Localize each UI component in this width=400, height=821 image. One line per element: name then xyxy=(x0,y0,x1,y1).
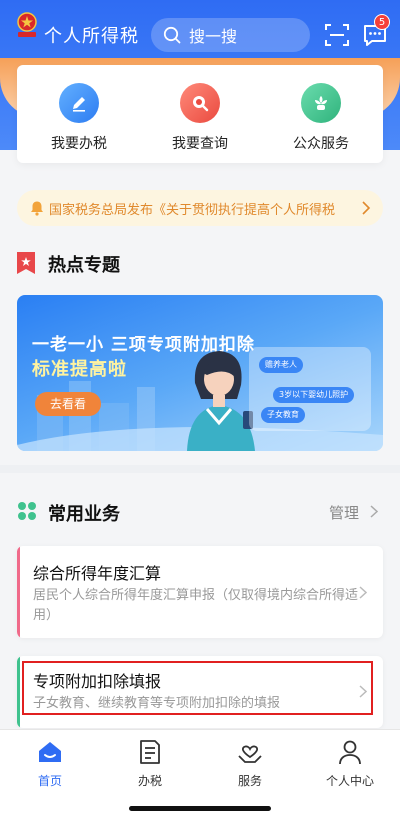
chip-elderly-care: 赡养老人 xyxy=(259,357,303,373)
home-icon xyxy=(39,742,61,762)
tab-label: 服务 xyxy=(237,774,262,788)
user-icon xyxy=(339,740,361,765)
search-placeholder: 搜一搜 xyxy=(189,27,238,46)
edit-icon xyxy=(59,83,99,123)
tax-emblem-logo xyxy=(17,12,37,37)
accent-bar xyxy=(17,656,20,728)
tab-label: 个人中心 xyxy=(325,774,374,788)
business-item-annual-settlement[interactable]: 综合所得年度汇算 居民个人综合所得年度汇算申报（仅取得境内综合所得适用） xyxy=(17,546,383,638)
tab-label: 首页 xyxy=(37,774,62,788)
message-count-badge: 5 xyxy=(374,14,390,30)
tab-home[interactable]: 首页 xyxy=(10,738,90,789)
deduction-info-card: 赡养老人 3岁以下婴幼儿照护 子女教育 xyxy=(249,347,371,431)
notice-banner[interactable]: 国家税务总局发布《关于贯彻执行提高个人所得税 xyxy=(17,190,383,226)
quick-action-do-tax[interactable]: 我要办税 xyxy=(29,83,129,153)
quick-action-query[interactable]: 我要查询 xyxy=(150,83,250,153)
quick-actions-card: 我要办税 我要查询 公众服务 xyxy=(17,65,383,163)
accent-bar xyxy=(17,546,20,638)
search-icon xyxy=(180,83,220,123)
heart-hands-icon xyxy=(238,745,262,763)
manage-link[interactable]: 管理 xyxy=(329,502,359,523)
home-indicator xyxy=(129,806,271,811)
tab-label: 办税 xyxy=(137,774,162,788)
tab-service[interactable]: 服务 xyxy=(210,738,290,789)
chevron-right-icon xyxy=(362,201,371,215)
search-bar[interactable]: 搜一搜 xyxy=(151,18,310,52)
notice-text: 国家税务总局发布《关于贯彻执行提高个人所得税 xyxy=(49,202,336,218)
banner-subheadline: 标准提高啦 xyxy=(32,359,127,380)
banner-go-button[interactable]: 去看看 xyxy=(35,392,101,416)
app-title: 个人所得税 xyxy=(44,26,139,47)
tab-personal-center[interactable]: 个人中心 xyxy=(310,738,390,789)
quick-action-label: 公众服务 xyxy=(293,136,349,152)
tab-do-tax[interactable]: 办税 xyxy=(110,738,190,789)
bell-icon xyxy=(31,201,43,216)
highlight-box xyxy=(22,661,373,715)
business-item-desc: 居民个人综合所得年度汇算申报（仅取得境内综合所得适用） xyxy=(33,588,359,623)
chip-child-education: 子女教育 xyxy=(261,407,305,423)
chevron-right-icon xyxy=(370,505,378,518)
quick-action-public-service[interactable]: 公众服务 xyxy=(271,83,371,153)
quick-action-label: 我要查询 xyxy=(172,136,228,152)
flower-icon xyxy=(301,83,341,123)
section-divider xyxy=(0,465,400,473)
bookmark-star-icon xyxy=(17,252,35,274)
hot-topic-banner[interactable]: 一老一小 三项专项附加扣除 标准提高啦 去看看 赡养老人 3岁以下婴幼儿照护 子… xyxy=(17,295,383,451)
hot-topics-title: 热点专题 xyxy=(48,255,120,276)
grid-four-icon xyxy=(18,502,36,520)
business-item-title: 综合所得年度汇算 xyxy=(33,564,162,583)
search-icon xyxy=(163,26,181,44)
chevron-right-icon xyxy=(359,586,367,599)
quick-action-label: 我要办税 xyxy=(51,136,107,152)
chip-infant-care: 3岁以下婴幼儿照护 xyxy=(273,387,355,403)
common-business-title: 常用业务 xyxy=(48,504,120,525)
scan-icon[interactable] xyxy=(324,22,350,48)
document-edit-icon xyxy=(140,740,160,764)
